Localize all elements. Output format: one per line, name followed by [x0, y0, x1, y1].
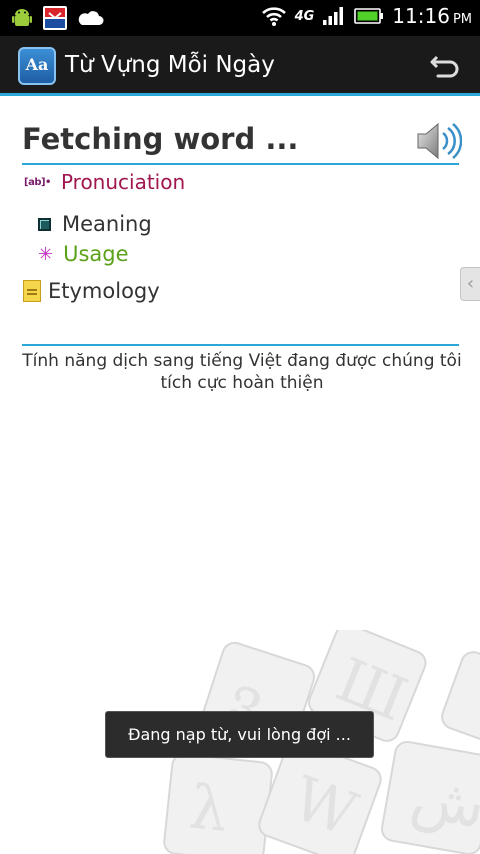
app-logo-icon: Aa — [18, 47, 56, 85]
android-icon — [12, 9, 32, 26]
word-title: Fetching word ... — [22, 122, 299, 156]
usage-label: Usage — [63, 242, 129, 266]
cloud-icon — [78, 11, 104, 25]
loading-toast: Đang nạp từ, vui lòng đợi ... — [105, 711, 374, 758]
wifi-icon — [261, 7, 286, 26]
etymology-row[interactable]: Etymology — [23, 279, 160, 303]
etymology-note-icon — [23, 280, 41, 302]
clock-time: 11:16 — [392, 4, 450, 28]
meaning-row[interactable]: Meaning — [38, 212, 152, 236]
status-bar-left — [10, 5, 104, 31]
side-drawer-handle[interactable]: ‹ — [460, 267, 480, 301]
status-bar-right: 4G 11:16 PM — [261, 4, 472, 28]
svg-text:ش: ش — [406, 761, 480, 843]
title-divider — [22, 163, 459, 165]
speaker-icon[interactable] — [414, 120, 462, 162]
usage-row[interactable]: ✳ Usage — [38, 242, 129, 266]
signal-icon — [323, 7, 344, 25]
action-bar: Aa Từ Vựng Mỗi Ngày — [0, 36, 480, 96]
clock-ampm: PM — [452, 12, 472, 27]
back-button[interactable] — [428, 50, 462, 84]
clock: 11:16 PM — [392, 4, 472, 28]
transit-app-icon — [43, 6, 67, 30]
section-divider — [22, 344, 459, 346]
meaning-label: Meaning — [62, 212, 152, 236]
pronunciation-row[interactable]: [ab]• Pronuciation — [24, 170, 185, 194]
meaning-bullet-icon — [38, 217, 51, 231]
status-bar: 4G 11:16 PM — [0, 0, 480, 36]
app-title: Từ Vựng Mỗi Ngày — [65, 52, 275, 78]
translation-notice: Tính năng dịch sang tiếng Việt đang được… — [22, 351, 462, 393]
battery-icon — [354, 8, 384, 24]
pronunciation-icon: [ab]• — [24, 176, 51, 188]
usage-asterisk-icon: ✳ — [38, 243, 54, 265]
svg-text:λ: λ — [186, 772, 231, 846]
network-type: 4G — [294, 8, 315, 24]
pronunciation-label: Pronuciation — [60, 170, 186, 194]
etymology-label: Etymology — [48, 279, 160, 303]
